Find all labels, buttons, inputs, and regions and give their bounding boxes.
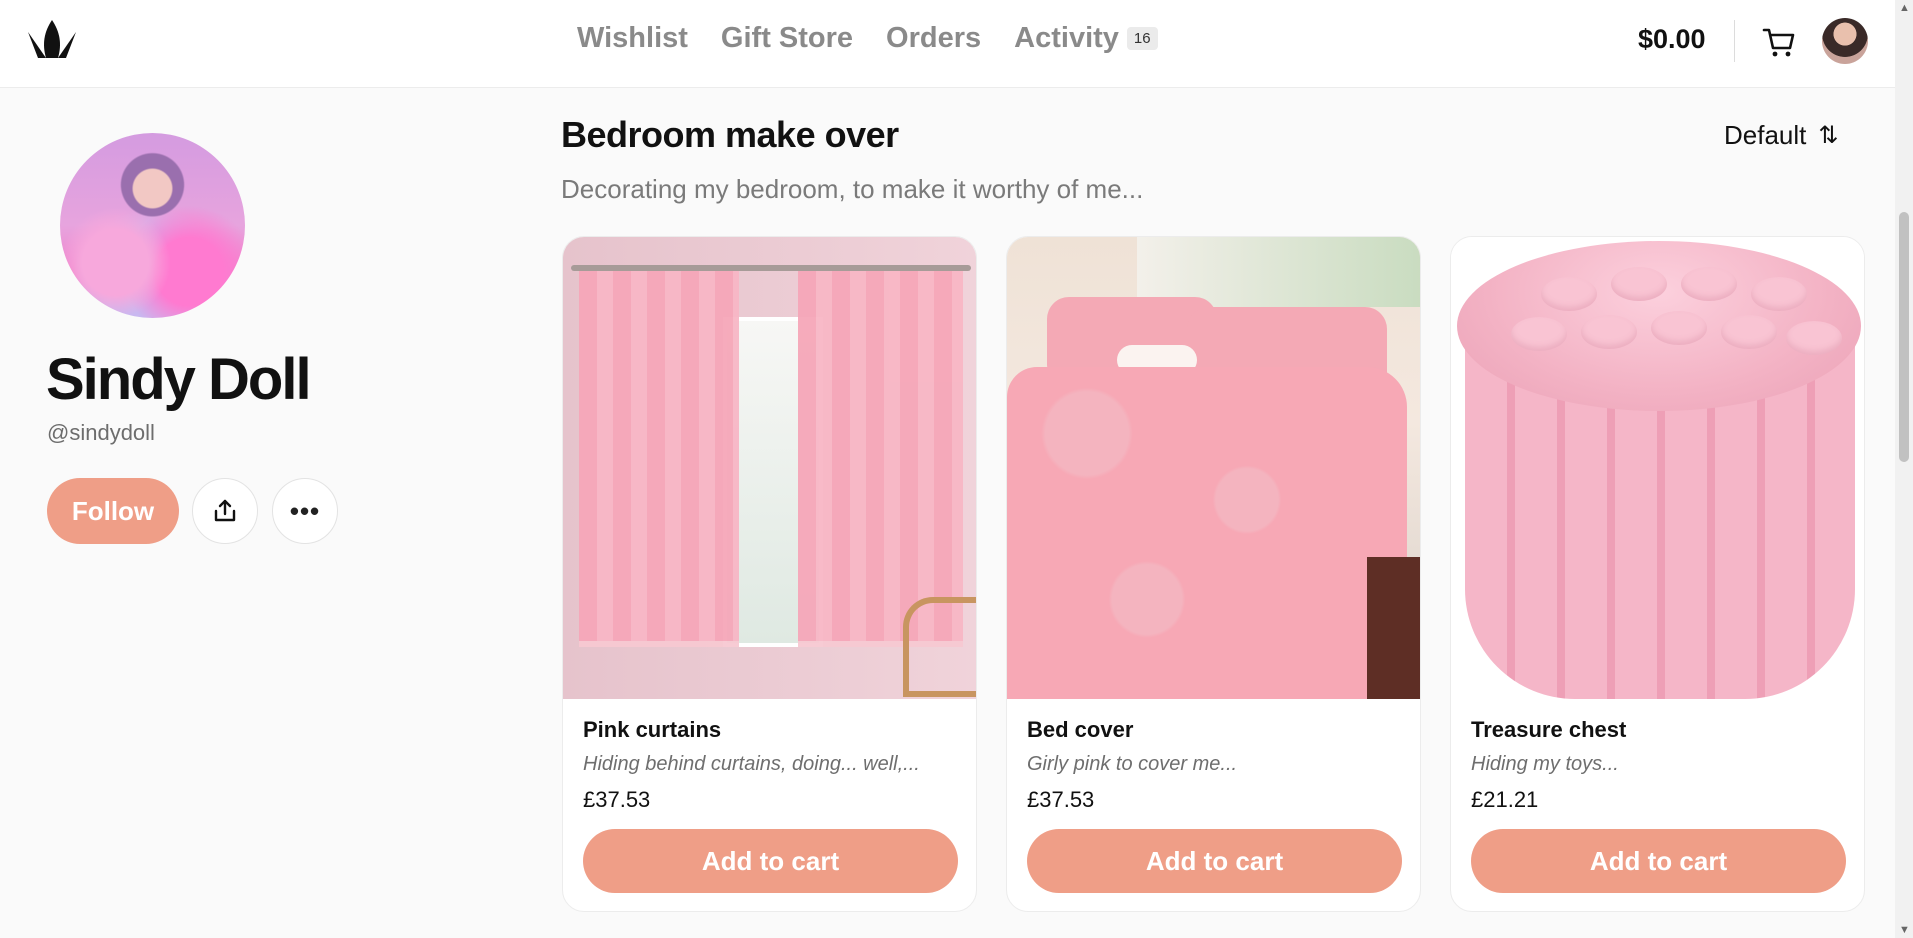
item-description: Hiding behind curtains, doing... well,..… [583, 753, 920, 775]
page-scrollbar[interactable]: ▲ ▼ [1895, 0, 1913, 938]
nav-gift-store[interactable]: Gift Store [721, 22, 853, 55]
nav-orders-label: Orders [886, 22, 982, 54]
sort-dropdown[interactable]: Default ⇅ [1724, 120, 1839, 151]
item-title[interactable]: Treasure chest [1471, 717, 1626, 743]
sort-label: Default [1724, 120, 1807, 150]
add-to-cart-button[interactable]: Add to cart [583, 829, 958, 893]
wishlist-item-card[interactable]: Treasure chest Hiding my toys... £21.21 … [1450, 236, 1865, 912]
add-to-cart-button[interactable]: Add to cart [1471, 829, 1846, 893]
nav-orders[interactable]: Orders [886, 22, 981, 55]
wishlist-title: Bedroom make over [561, 114, 899, 155]
nav-wishlist-label: Wishlist [577, 22, 688, 54]
scroll-down-icon[interactable]: ▼ [1899, 924, 1910, 936]
more-icon: ••• [289, 495, 321, 526]
scrollbar-thumb[interactable] [1899, 212, 1909, 462]
item-description: Hiding my toys... [1471, 753, 1619, 775]
item-price: £21.21 [1471, 787, 1539, 812]
top-header: Wishlist Gift Store Orders Activity 16 $0… [0, 0, 1895, 88]
wallet-balance[interactable]: $0.00 [1638, 24, 1706, 55]
crown-logo-icon[interactable] [26, 18, 78, 62]
wishlist-item-card[interactable]: Pink curtains Hiding behind curtains, do… [562, 236, 977, 912]
item-title[interactable]: Pink curtains [583, 717, 721, 743]
sort-arrows-icon: ⇅ [1818, 122, 1839, 149]
activity-count-badge: 16 [1126, 27, 1158, 50]
nav-gift-store-label: Gift Store [720, 22, 854, 54]
profile-avatar [60, 133, 245, 318]
main-nav: Wishlist Gift Store Orders Activity 16 [577, 22, 1158, 55]
header-divider [1734, 20, 1735, 62]
user-avatar[interactable] [1822, 18, 1868, 64]
nav-activity-label: Activity [1014, 22, 1119, 54]
cart-icon[interactable] [1762, 26, 1796, 58]
item-price: £37.53 [1027, 787, 1095, 812]
scroll-up-icon[interactable]: ▲ [1899, 2, 1910, 14]
more-options-button[interactable]: ••• [272, 478, 338, 544]
share-button[interactable] [192, 478, 258, 544]
share-icon [214, 499, 236, 522]
add-to-cart-button[interactable]: Add to cart [1027, 829, 1402, 893]
wishlist-description: Decorating my bedroom, to make it worthy… [561, 174, 1144, 204]
item-price: £37.53 [583, 787, 651, 812]
item-title[interactable]: Bed cover [1027, 717, 1133, 743]
profile-name: Sindy Doll [46, 347, 312, 412]
nav-activity[interactable]: Activity 16 [1014, 22, 1158, 55]
profile-handle: @sindydoll [47, 420, 155, 445]
item-image-bed-cover[interactable] [1007, 237, 1420, 699]
item-description: Girly pink to cover me... [1027, 753, 1238, 775]
follow-button[interactable]: Follow [47, 478, 179, 544]
item-image-pink-curtains[interactable] [563, 237, 976, 699]
item-image-treasure-chest[interactable] [1451, 237, 1864, 699]
wishlist-item-card[interactable]: Bed cover Girly pink to cover me... £37.… [1006, 236, 1421, 912]
nav-wishlist[interactable]: Wishlist [577, 22, 688, 55]
